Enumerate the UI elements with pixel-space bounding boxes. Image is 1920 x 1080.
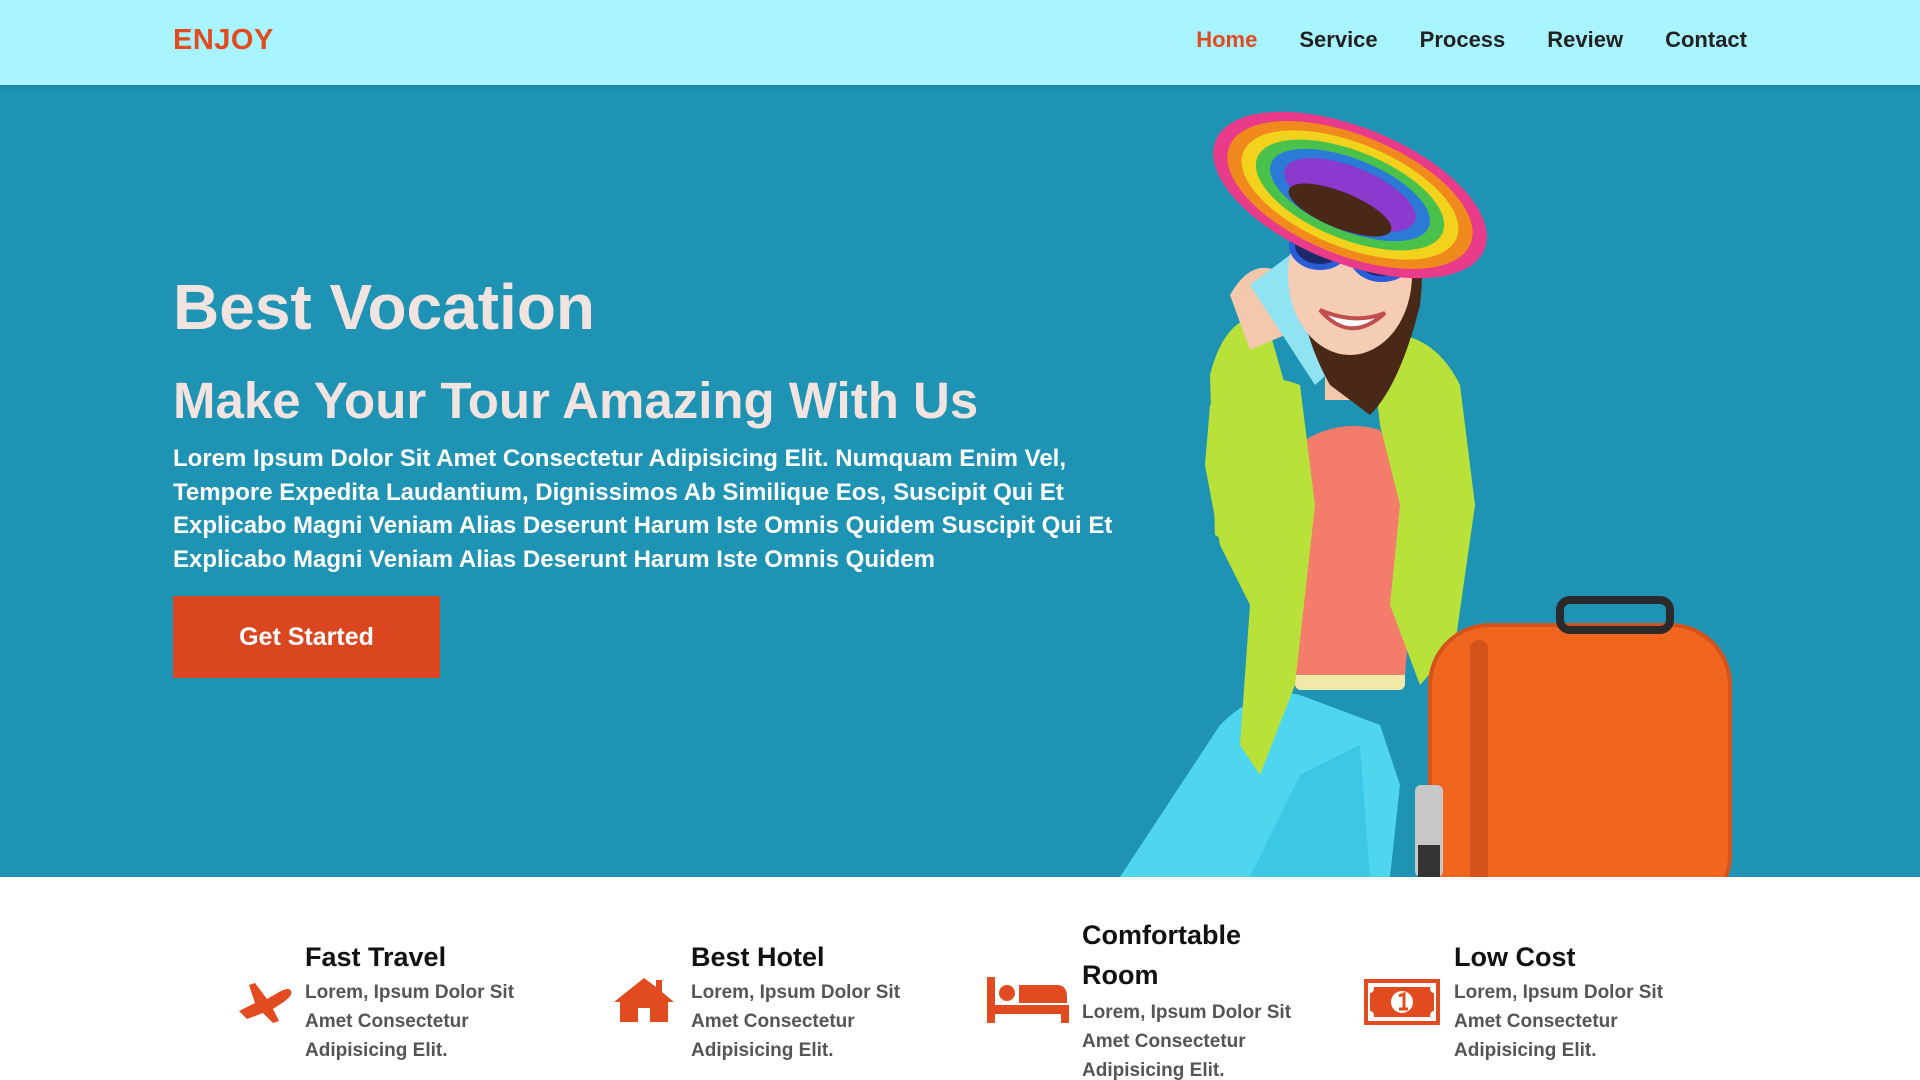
feature-text: Lorem, Ipsum Dolor Sit Amet Consectetur … <box>1454 982 1664 1061</box>
feature-text: Lorem, Ipsum Dolor Sit Amet Consectetur … <box>1082 1002 1292 1080</box>
feature-title: Fast Travel <box>305 942 447 972</box>
traveler-illustration <box>1120 111 1732 877</box>
feature-title: Best Hotel <box>691 942 825 972</box>
bed-icon <box>987 977 1069 1023</box>
site-header: ENJOY Home Service Process Review Contac… <box>0 0 1920 85</box>
feature-text: Lorem, Ipsum Dolor Sit Amet Consectetur … <box>691 982 901 1061</box>
money-icon <box>1364 979 1440 1025</box>
plane-icon <box>239 983 292 1023</box>
feature-text: Lorem, Ipsum Dolor Sit Amet Consectetur … <box>305 982 515 1061</box>
main-nav: Home Service Process Review Contact <box>1196 27 1747 53</box>
features-section: Fast Travel Lorem, Ipsum Dolor Sit Amet … <box>0 877 1920 1080</box>
house-icon <box>614 978 674 1022</box>
get-started-button[interactable]: Get Started <box>173 596 440 678</box>
hero-subtitle: Make Your Tour Amazing With Us <box>173 372 979 429</box>
feature-title: Comfortable Room <box>1082 920 1242 990</box>
nav-service[interactable]: Service <box>1299 27 1377 53</box>
hero-description: Lorem Ipsum Dolor Sit Amet Consectetur A… <box>173 445 1113 573</box>
nav-review[interactable]: Review <box>1547 27 1623 53</box>
nav-home[interactable]: Home <box>1196 27 1257 53</box>
logo[interactable]: ENJOY <box>173 24 274 57</box>
feature-title: Low Cost <box>1454 942 1576 972</box>
nav-contact[interactable]: Contact <box>1665 27 1747 53</box>
nav-process[interactable]: Process <box>1420 27 1506 53</box>
hero-section: Best Vocation Make Your Tour Amazing Wit… <box>0 85 1920 877</box>
hero-title: Best Vocation <box>173 271 595 343</box>
